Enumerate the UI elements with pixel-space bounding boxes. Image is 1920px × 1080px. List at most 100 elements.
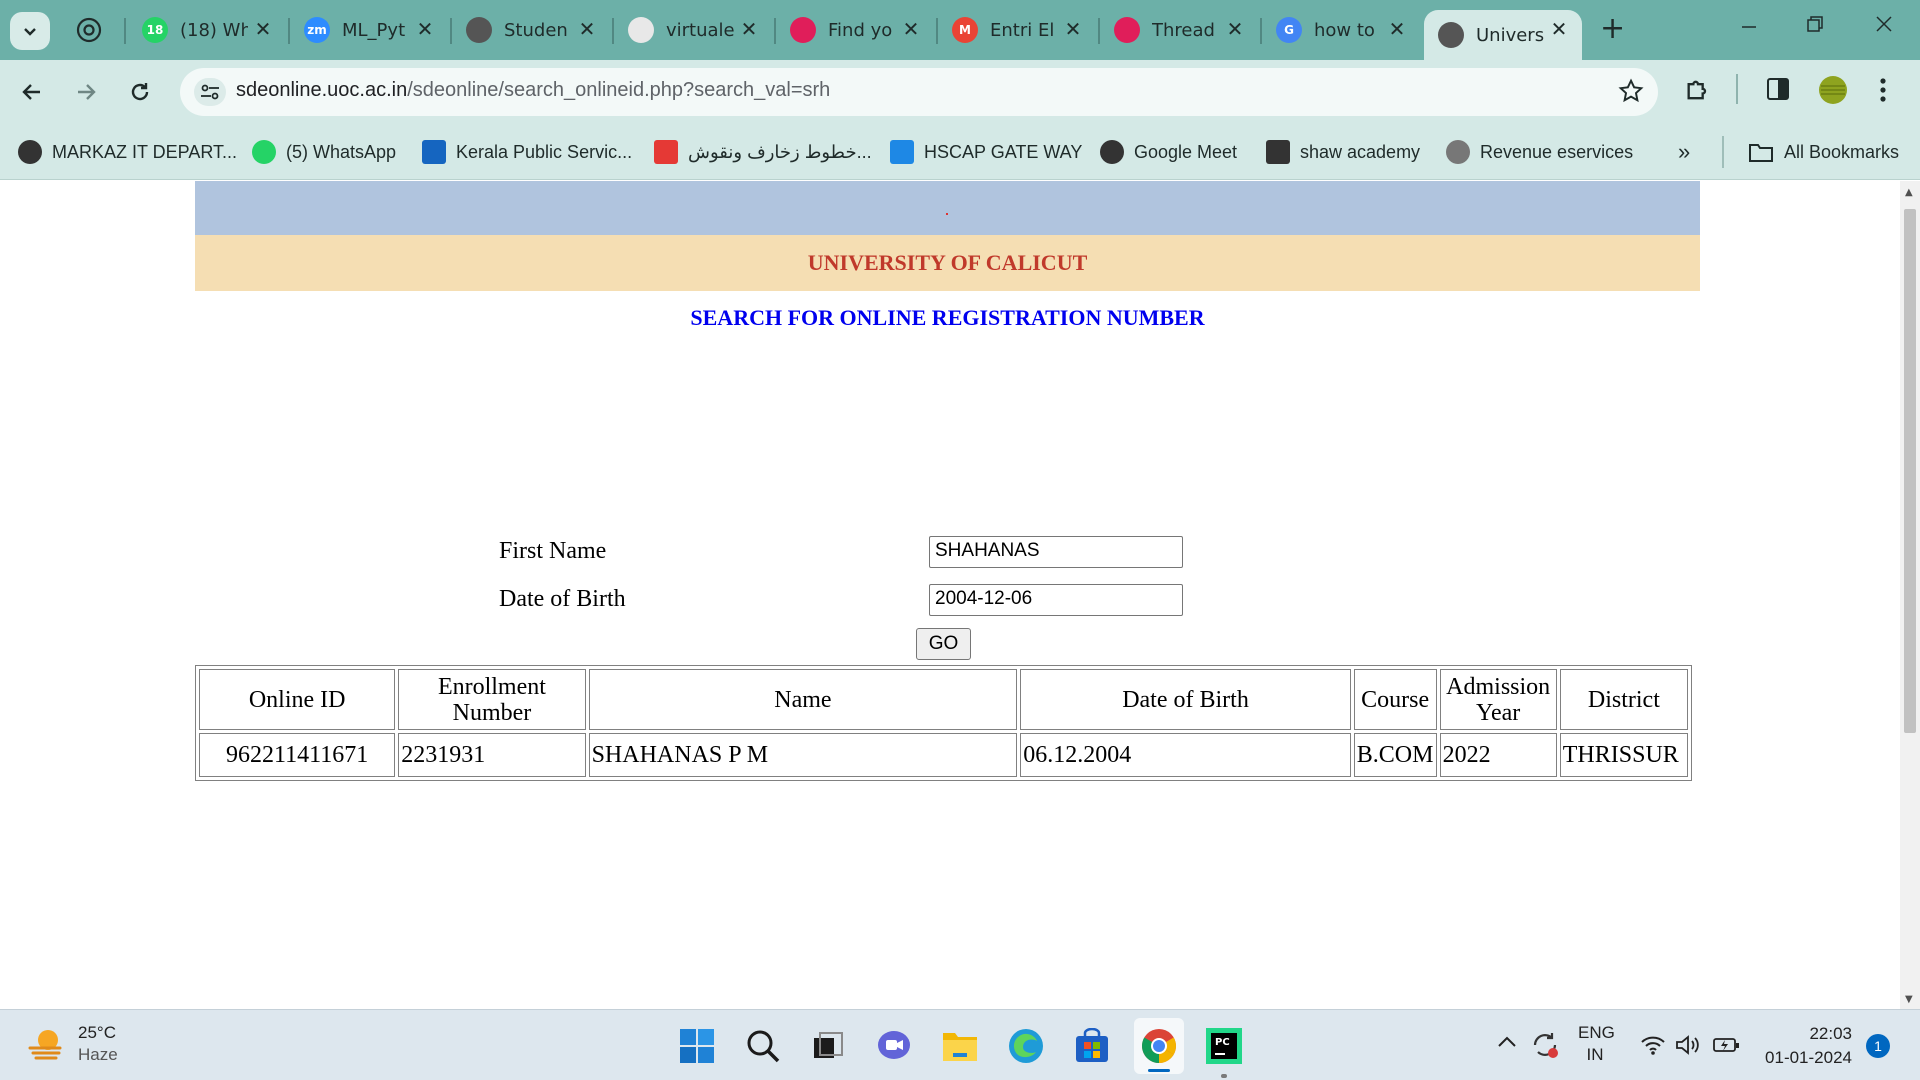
network-button[interactable] <box>1640 1034 1666 1061</box>
battery-button[interactable] <box>1712 1035 1740 1060</box>
clock-time: 22:03 <box>1809 1024 1852 1043</box>
scrollbar-thumb[interactable] <box>1904 209 1916 733</box>
task-view-icon <box>814 1032 843 1058</box>
wifi-icon <box>1641 1036 1665 1055</box>
go-button[interactable]: GO <box>916 628 971 660</box>
microsoft-store-button[interactable] <box>1070 1024 1114 1068</box>
close-icon[interactable]: ✕ <box>738 18 760 40</box>
language-indicator[interactable]: ENG IN <box>1578 1022 1615 1066</box>
globe-icon <box>1438 22 1464 48</box>
extensions-button[interactable] <box>1684 76 1712 108</box>
arrow-left-icon <box>22 84 40 100</box>
close-icon[interactable]: ✕ <box>1386 18 1408 40</box>
address-bar[interactable]: sdeonline.uoc.ac.in/sdeonline/search_onl… <box>180 68 1658 116</box>
cell-district: THRISSUR <box>1559 733 1688 777</box>
tab-9[interactable]: Univers ✕ <box>1424 10 1582 60</box>
bookmark-8[interactable]: Revenue eservices <box>1446 138 1633 166</box>
windows-logo-icon <box>680 1029 714 1063</box>
weather-condition: Haze <box>78 1045 118 1064</box>
tab-8[interactable]: Ghow to ✕ <box>1262 10 1420 50</box>
bookmark-label: (5) WhatsApp <box>286 141 397 162</box>
tab-5[interactable]: Find yo ✕ <box>776 10 934 50</box>
cell-enrollment: 2231931 <box>398 733 586 777</box>
close-icon[interactable]: ✕ <box>414 18 436 40</box>
close-icon[interactable]: ✕ <box>252 18 274 40</box>
menu-button[interactable] <box>1878 76 1888 108</box>
side-panel-button[interactable] <box>1766 76 1792 106</box>
bookmark-label: shaw academy <box>1300 141 1421 162</box>
bookmark-2[interactable]: (5) WhatsApp <box>252 138 396 166</box>
close-icon[interactable]: ✕ <box>576 18 598 40</box>
globe-icon <box>1100 140 1124 164</box>
new-tab-button[interactable]: + <box>1600 14 1625 44</box>
all-bookmarks-button[interactable]: All Bookmarks <box>1748 138 1899 166</box>
tab-2[interactable]: zm ML_Pyt ✕ <box>290 10 448 50</box>
clock[interactable]: 22:03 01-01-2024 <box>1756 1022 1852 1070</box>
close-icon[interactable]: ✕ <box>1548 18 1570 40</box>
tab-title: virtuale <box>666 19 734 41</box>
bookmark-3[interactable]: Kerala Public Servic... <box>422 138 632 166</box>
scroll-up-arrow[interactable]: ▲ <box>1905 187 1913 198</box>
notification-badge[interactable]: 1 <box>1866 1034 1890 1058</box>
close-icon[interactable]: ✕ <box>900 18 922 40</box>
avatar-icon <box>1819 76 1847 104</box>
show-hidden-icons-button[interactable] <box>1496 1034 1518 1055</box>
bookmark-label: Kerala Public Servic... <box>456 141 633 162</box>
start-button[interactable] <box>675 1024 719 1068</box>
col-header-admission-year: Admission Year <box>1439 669 1557 730</box>
scroll-down-arrow[interactable]: ▼ <box>1905 994 1913 1005</box>
tab-title: how to <box>1314 19 1375 41</box>
reload-button[interactable] <box>122 74 158 110</box>
bookmark-1[interactable]: MARKAZ IT DEPART... <box>18 138 237 166</box>
file-explorer-button[interactable] <box>938 1024 982 1068</box>
close-icon[interactable]: ✕ <box>1062 18 1084 40</box>
profile-avatar[interactable] <box>1818 75 1848 109</box>
cell-dob: 06.12.2004 <box>1020 733 1351 777</box>
bookmarks-overflow-button[interactable]: » <box>1678 138 1690 166</box>
bookmark-5[interactable]: HSCAP GATE WAY <box>890 138 1082 166</box>
bookmark-7[interactable]: shaw academy <box>1266 138 1420 166</box>
sync-status-button[interactable] <box>1530 1030 1560 1065</box>
bookmark-label: Revenue eservices <box>1480 141 1634 162</box>
edge-button[interactable] <box>1004 1024 1048 1068</box>
restore-button[interactable] <box>1806 14 1824 39</box>
tab-3[interactable]: Studen ✕ <box>452 10 610 50</box>
search-icon <box>747 1030 780 1063</box>
weather-temperature: 25°C <box>78 1023 116 1042</box>
cell-admission-year: 2022 <box>1439 733 1557 777</box>
col-header-district: District <box>1559 669 1688 730</box>
first-name-input[interactable]: SHAHANAS <box>929 536 1183 568</box>
dob-input[interactable]: 2004-12-06 <box>929 584 1183 616</box>
volume-button[interactable] <box>1675 1034 1703 1061</box>
edge-icon <box>1009 1029 1043 1063</box>
back-button[interactable] <box>14 74 50 110</box>
tab-6[interactable]: M Entri El ✕ <box>938 10 1096 50</box>
tab-title: (18) Wh <box>180 19 248 41</box>
teams-chat-button[interactable] <box>872 1024 916 1068</box>
bookmark-4[interactable]: خطوط زخارف ونقوش... <box>654 138 872 166</box>
weather-widget[interactable]: 25°C Haze <box>26 1022 118 1066</box>
tab-7[interactable]: Thread ✕ <box>1100 10 1258 50</box>
tab-4[interactable]: virtuale ✕ <box>614 10 772 50</box>
c-icon <box>654 140 678 164</box>
pycharm-button[interactable]: PC <box>1202 1024 1246 1078</box>
page-heading: SEARCH FOR ONLINE REGISTRATION NUMBER <box>690 305 1205 330</box>
tab-chrome[interactable] <box>62 10 122 50</box>
chrome-taskbar-button[interactable] <box>1134 1018 1184 1074</box>
url-path: /sdeonline/search_onlineid.php?search_va… <box>407 79 831 101</box>
url-text[interactable]: sdeonline.uoc.ac.in/sdeonline/search_onl… <box>236 79 830 102</box>
bookmark-star-button[interactable] <box>1618 78 1644 108</box>
minimize-button[interactable] <box>1740 14 1758 39</box>
close-window-button[interactable] <box>1875 14 1893 39</box>
forward-button[interactable] <box>68 74 104 110</box>
bookmark-6[interactable]: Google Meet <box>1100 138 1237 166</box>
tab-search-button[interactable] <box>10 12 50 50</box>
page-scrollbar[interactable]: ▲ ▼ <box>1900 181 1920 1009</box>
chrome-icon <box>76 17 102 43</box>
site-info-button[interactable] <box>194 78 226 106</box>
task-view-button[interactable] <box>806 1024 850 1068</box>
taskbar-search-button[interactable] <box>741 1024 785 1068</box>
close-icon[interactable]: ✕ <box>1224 18 1246 40</box>
tab-1[interactable]: 18 (18) Wh ✕ <box>128 10 286 50</box>
reload-icon <box>131 83 149 101</box>
